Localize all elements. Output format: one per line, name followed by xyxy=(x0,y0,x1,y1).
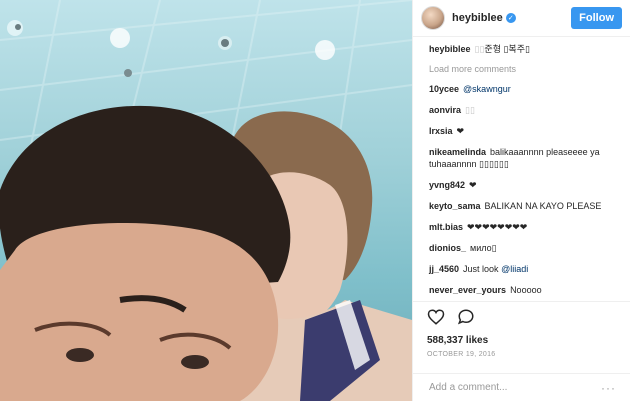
photo-illustration xyxy=(0,0,412,401)
likes-count[interactable]: 588,337 likes xyxy=(427,335,616,346)
comment-text: ❤ xyxy=(456,126,465,136)
instagram-post: heybiblee ✓ Follow heybiblee ▯▯준형 ▯복주▯ Lo… xyxy=(0,0,630,401)
heart-icon[interactable] xyxy=(427,308,445,329)
comment-username[interactable]: dionios_ xyxy=(429,243,466,253)
comment-mention-link[interactable]: @liiadi xyxy=(501,264,528,274)
comment-item: nikeamelinda balikaaannnn pleaseeee ya tu… xyxy=(429,146,622,170)
load-more-comments-link[interactable]: Load more comments xyxy=(429,64,622,74)
speech-bubble-icon[interactable] xyxy=(457,308,475,329)
comment-container: 10ycee @skawngur aonvira ▯▯ lrxsia ❤ nikeameli… xyxy=(429,83,622,301)
comment-username[interactable]: nikeamelinda xyxy=(429,147,486,157)
author-avatar[interactable] xyxy=(421,6,445,30)
comment-item: aonvira ▯▯ xyxy=(429,104,622,116)
add-comment-input[interactable] xyxy=(427,381,601,394)
caption-username[interactable]: heybiblee xyxy=(429,44,471,54)
comment-username[interactable]: 10ycee xyxy=(429,84,459,94)
caption-text: 준형 ▯복주▯ xyxy=(484,44,530,54)
comment-item: never_ever_yours Nooooo xyxy=(429,284,622,296)
comment-text[interactable]: @skawngur xyxy=(463,84,511,94)
comment-item: mlt.bias ❤❤❤❤❤❤❤❤ xyxy=(429,221,622,233)
post-photo[interactable] xyxy=(0,0,412,401)
comment-item: jj_4560 Just look @liiadi xyxy=(429,263,622,275)
more-options-icon[interactable]: ··· xyxy=(601,381,616,395)
author-username[interactable]: heybiblee xyxy=(452,12,503,24)
verified-badge-icon: ✓ xyxy=(505,13,516,23)
comment-text: ❤ xyxy=(469,180,477,190)
comment-text: ▯▯ xyxy=(465,105,475,115)
comment-item: lrxsia ❤ xyxy=(429,125,622,137)
add-comment-bar: ··· xyxy=(413,373,630,401)
comment-item: dionios_ мило▯ xyxy=(429,242,622,254)
caption-prefix: ▯▯ xyxy=(474,44,485,54)
comment-username[interactable]: mlt.bias xyxy=(429,222,463,232)
comment-username[interactable]: yvng842 xyxy=(429,180,465,190)
comment-text: Just look xyxy=(463,264,502,274)
comment-item: keyto_sama BALIKAN NA KAYO PLEASE xyxy=(429,200,622,212)
comment-text: мило▯ xyxy=(470,243,497,253)
comment-username[interactable]: lrxsia xyxy=(429,126,453,136)
comment-item: 10ycee @skawngur xyxy=(429,83,622,95)
caption: heybiblee ▯▯준형 ▯복주▯ xyxy=(429,43,622,55)
comment-username[interactable]: aonvira xyxy=(429,105,461,115)
post-date[interactable]: OCTOBER 19, 2016 xyxy=(427,351,616,358)
action-icons xyxy=(427,308,616,328)
comment-username[interactable]: never_ever_yours xyxy=(429,285,506,295)
comment-text: BALIKAN NA KAYO PLEASE xyxy=(484,201,602,211)
follow-button[interactable]: Follow xyxy=(571,7,622,29)
comment-username[interactable]: keyto_sama xyxy=(429,201,481,211)
comment-username[interactable]: jj_4560 xyxy=(429,264,459,274)
post-header: heybiblee ✓ Follow xyxy=(413,0,630,37)
comment-text: ❤❤❤❤❤❤❤❤ xyxy=(467,222,528,232)
post-side-panel: heybiblee ✓ Follow heybiblee ▯▯준형 ▯복주▯ Lo… xyxy=(412,0,630,401)
comments-list: heybiblee ▯▯준형 ▯복주▯ Load more comments 10… xyxy=(413,37,630,301)
comment-item: yvng842 ❤ xyxy=(429,179,622,191)
comment-text: Nooooo xyxy=(510,285,542,295)
